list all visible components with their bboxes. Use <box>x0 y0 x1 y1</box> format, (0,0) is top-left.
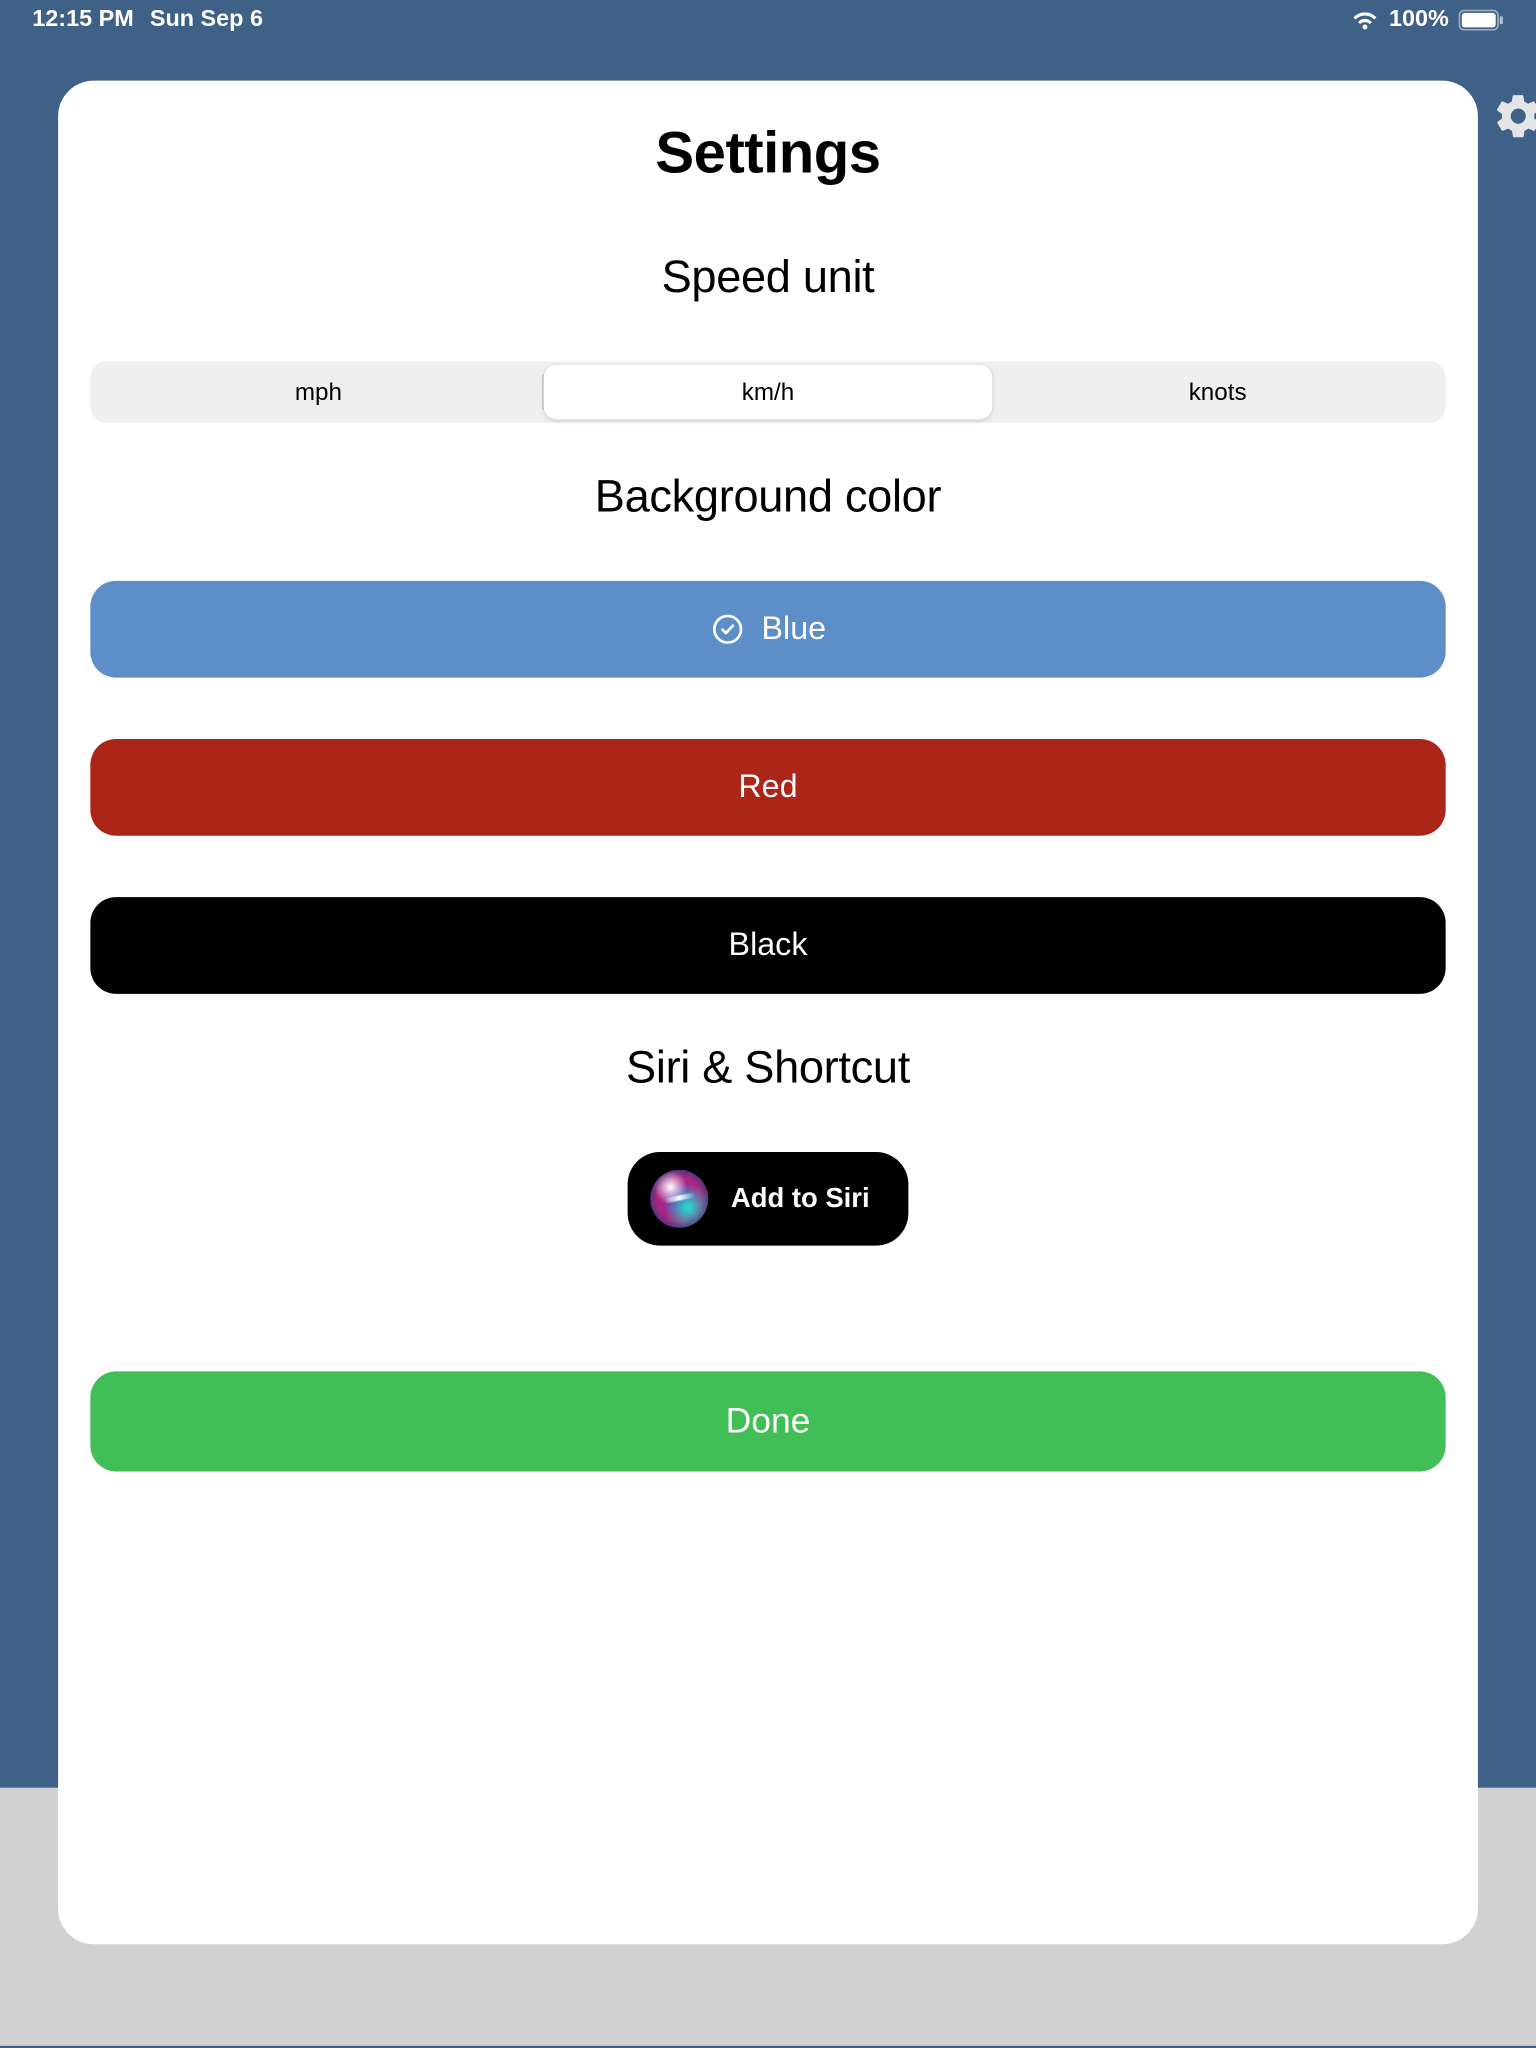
speed-unit-option-mph[interactable]: mph <box>94 365 544 420</box>
speed-unit-option-kmh[interactable]: km/h <box>543 365 993 420</box>
background-color-options: Blue Red Black <box>90 581 1445 994</box>
status-left: 12:15 PM Sun Sep 6 <box>32 6 263 32</box>
gear-icon[interactable] <box>1492 90 1536 142</box>
check-icon <box>710 611 745 646</box>
status-time: 12:15 PM <box>32 6 133 32</box>
status-date: Sun Sep 6 <box>150 6 263 32</box>
background-color-black[interactable]: Black <box>90 897 1445 994</box>
background-color-red[interactable]: Red <box>90 739 1445 836</box>
siri-button-wrap: Add to Siri <box>90 1152 1445 1246</box>
background-color-blue[interactable]: Blue <box>90 581 1445 678</box>
siri-heading: Siri & Shortcut <box>90 1042 1445 1094</box>
speed-unit-option-knots[interactable]: knots <box>993 365 1443 420</box>
siri-icon <box>650 1170 708 1228</box>
speed-unit-segmented[interactable]: mph km/h knots <box>90 361 1445 422</box>
wifi-icon <box>1350 9 1379 30</box>
done-button[interactable]: Done <box>90 1371 1445 1471</box>
background-color-black-label: Black <box>729 927 808 964</box>
add-to-siri-button[interactable]: Add to Siri <box>628 1152 909 1246</box>
background-color-red-label: Red <box>738 769 797 806</box>
status-bar: 12:15 PM Sun Sep 6 100% <box>0 0 1536 39</box>
settings-title: Settings <box>90 119 1445 187</box>
add-to-siri-label: Add to Siri <box>731 1183 870 1215</box>
settings-modal: Settings Speed unit mph km/h knots Backg… <box>58 81 1478 1945</box>
background-color-heading: Background color <box>90 471 1445 523</box>
speed-unit-heading: Speed unit <box>90 252 1445 304</box>
background-color-blue-label: Blue <box>762 611 827 648</box>
battery-icon <box>1459 9 1504 30</box>
battery-percent: 100% <box>1389 6 1449 32</box>
status-right: 100% <box>1350 6 1503 32</box>
